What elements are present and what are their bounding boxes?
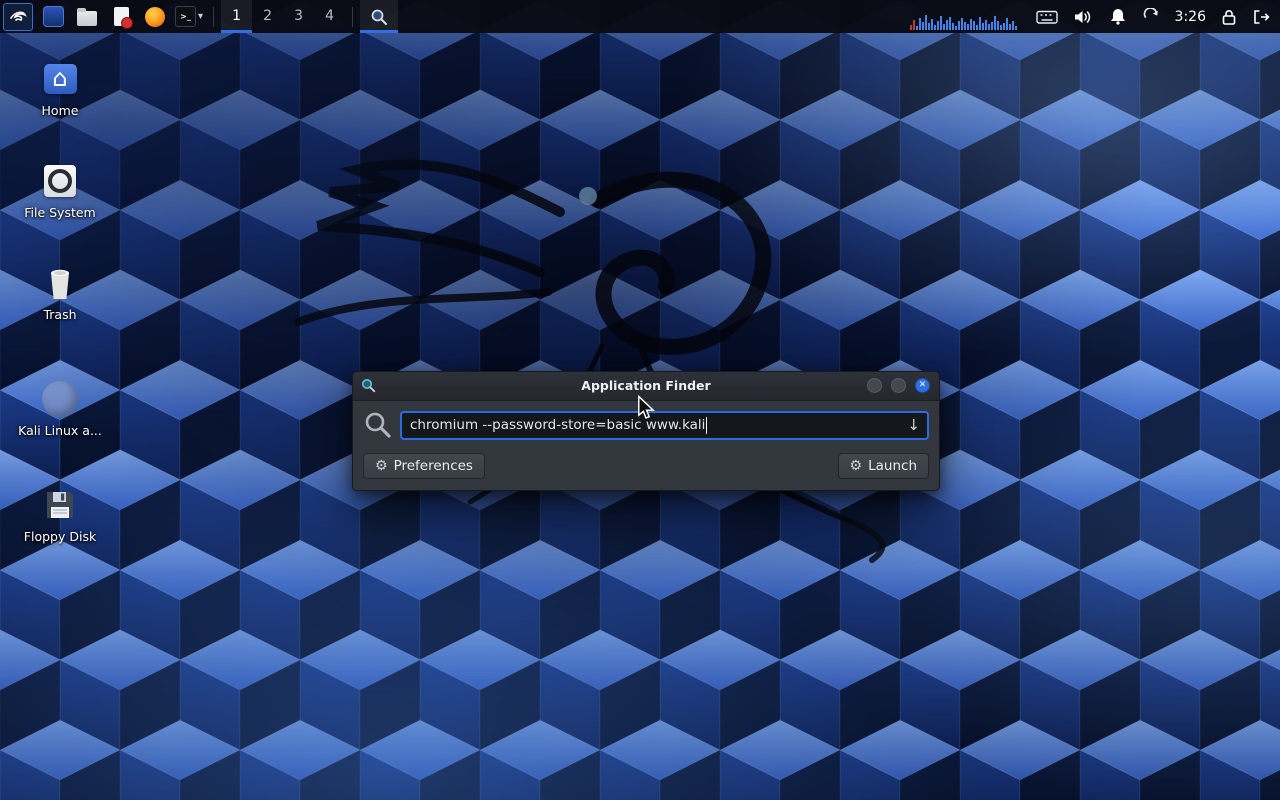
trash-icon [45,265,75,301]
desktop-icon-trash[interactable]: Trash [12,262,108,322]
panel-separator [213,7,214,27]
lock-icon[interactable] [1221,8,1237,26]
desktop-icon-label: Kali Linux a... [12,423,108,438]
places-launcher[interactable] [39,4,67,30]
search-icon [363,410,393,440]
desktop-icon-file-system[interactable]: File System [12,160,108,220]
file-system-icon [44,165,76,197]
run-gear-icon: ⚙ [850,459,863,473]
desktop-icon-label: Home [12,103,108,118]
magnifier-icon [370,8,388,26]
desktop-icon-label: File System [12,205,108,220]
workspace-3[interactable]: 3 [283,0,314,33]
desktop-icon-label: Trash [12,307,108,322]
document-icon [114,7,129,26]
red-badge-icon [121,17,133,29]
dropdown-arrow-icon[interactable]: ↓ [907,413,920,438]
notification-bell-icon[interactable] [1109,8,1127,25]
desktop-icon-home[interactable]: ⌂ Home [12,58,108,118]
text-editor-launcher[interactable] [107,4,135,30]
command-input[interactable]: chromium --password-store=basic www.kali… [400,411,929,440]
file-manager-launcher[interactable] [73,4,101,30]
keyboard-indicator-icon[interactable] [1036,9,1058,25]
volume-icon[interactable] [1073,9,1094,25]
top-panel: >_ ▾ 1 2 3 4 [0,0,1280,33]
maximize-button[interactable] [891,378,906,393]
command-text: chromium --password-store=basic www.kali [410,417,705,433]
firefox-icon [145,7,165,27]
close-button[interactable]: ✕ [915,378,930,393]
window-title: Application Finder [353,372,939,400]
terminal-launcher[interactable]: >_ ▾ [175,4,203,30]
home-icon: ⌂ [44,64,77,94]
floppy-disk-icon [43,488,77,522]
panel-separator [352,7,353,27]
desktop-icon-label: Floppy Disk [12,529,108,544]
text-caret [706,417,707,434]
application-finder-window: Application Finder ✕ chromium --password… [352,371,940,491]
launch-button[interactable]: ⚙ Launch [838,453,929,479]
desktop-icon-floppy-disk[interactable]: Floppy Disk [12,484,108,544]
firefox-launcher[interactable] [141,4,169,30]
workspace-1[interactable]: 1 [221,0,252,33]
window-titlebar[interactable]: Application Finder ✕ [353,372,939,401]
audio-visualizer [910,4,1017,30]
system-tray: 3:26 [910,4,1280,30]
kali-disc-icon [42,381,78,417]
taskbar-application-finder-button[interactable] [360,0,398,33]
logout-icon[interactable] [1252,9,1270,25]
workspace-4[interactable]: 4 [314,0,345,33]
folder-icon [77,11,97,26]
kali-menu-button[interactable] [3,3,33,31]
clock[interactable]: 3:26 [1175,9,1206,25]
workspace-2[interactable]: 2 [252,0,283,33]
chevron-down-icon[interactable]: ▾ [198,11,203,22]
window-body: chromium --password-store=basic www.kali… [353,401,939,490]
gear-icon: ⚙ [375,459,388,473]
preferences-button[interactable]: ⚙ Preferences [363,453,485,479]
minimize-button[interactable] [867,378,882,393]
desktop-icon-kali-linux[interactable]: Kali Linux a... [12,378,108,438]
kali-logo-icon [8,7,28,27]
updates-icon[interactable] [1142,8,1160,26]
terminal-icon: >_ [175,6,196,27]
blue-square-icon [43,6,64,27]
